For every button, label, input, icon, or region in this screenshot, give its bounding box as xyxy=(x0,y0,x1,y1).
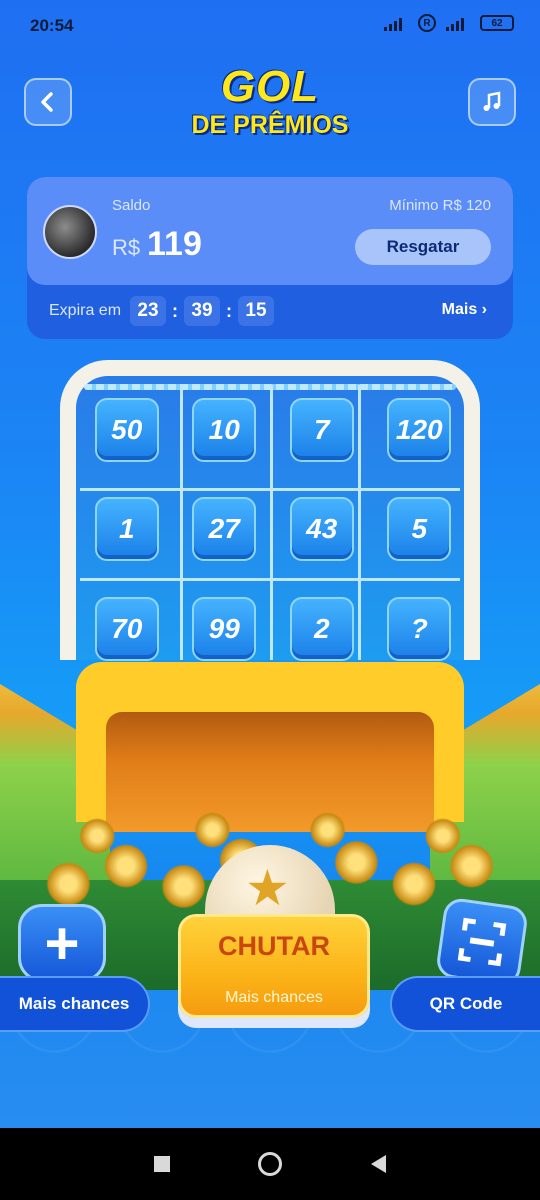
kick-button[interactable]: CHUTAR Mais chances xyxy=(178,914,370,1018)
minimum-label: Mínimo R$ 120 xyxy=(389,197,491,214)
music-button[interactable] xyxy=(468,78,516,126)
expiry-label: Expira em xyxy=(49,302,122,319)
chevron-left-icon xyxy=(41,92,53,112)
music-note-icon xyxy=(483,91,501,111)
signal-icon xyxy=(384,15,408,31)
system-nav-bar xyxy=(0,1128,540,1200)
status-time: 20:54 xyxy=(30,16,74,35)
prize-tile: 10 xyxy=(192,398,257,462)
title-line-1: GOL xyxy=(220,62,320,111)
recent-apps-icon[interactable] xyxy=(154,1156,171,1172)
prize-tile: ? xyxy=(387,596,452,661)
kick-label: CHUTAR xyxy=(218,931,330,961)
kick-sublabel: Mais chances xyxy=(225,989,323,1006)
plus-icon[interactable]: + xyxy=(18,904,106,982)
expiry-timer: 23 : 39 : 15 xyxy=(130,296,274,326)
back-button[interactable] xyxy=(24,78,72,126)
scan-icon xyxy=(457,917,507,967)
redeem-button[interactable]: Resgatar xyxy=(355,229,491,265)
prize-tile: 1 xyxy=(94,497,159,562)
battery-icon: 62 xyxy=(480,15,514,31)
timer-seconds: 15 xyxy=(238,296,274,326)
qr-scan-icon[interactable] xyxy=(434,896,530,988)
timer-hours: 23 xyxy=(130,296,166,326)
qr-code-button[interactable]: QR Code xyxy=(390,976,540,1032)
prize-grid: 50 10 7 120 1 27 43 5 70 99 2 ? xyxy=(92,398,454,668)
more-chances-button[interactable]: Mais chances xyxy=(0,976,150,1032)
timer-separator: : xyxy=(172,300,178,321)
registered-icon: R xyxy=(418,14,436,32)
timer-separator: : xyxy=(226,300,232,321)
prize-tile: 43 xyxy=(289,497,354,562)
game-title: GOL DE PRÊMIOS xyxy=(170,64,370,140)
prize-tile: 99 xyxy=(192,596,257,661)
signal-4g-icon xyxy=(446,15,470,31)
balance-label: Saldo xyxy=(112,197,151,214)
balance-card-top: Saldo R$ 119 Mínimo R$ 120 Resgatar xyxy=(27,177,513,285)
timer-minutes: 39 xyxy=(184,296,220,326)
prize-tile: 70 xyxy=(94,596,159,661)
balance-card: Saldo R$ 119 Mínimo R$ 120 Resgatar Expi… xyxy=(27,177,513,339)
more-link[interactable]: Mais › xyxy=(442,301,487,319)
balance-value: 119 xyxy=(147,225,202,263)
prize-tile: 50 xyxy=(94,398,159,462)
prize-tile: 120 xyxy=(387,398,452,462)
prize-tile: 27 xyxy=(192,497,257,562)
status-icons: R 62 xyxy=(384,14,514,32)
prize-tile: 5 xyxy=(387,497,452,562)
title-line-2: DE PRÊMIOS xyxy=(191,111,349,139)
prize-tile: 7 xyxy=(289,398,354,462)
status-bar: 20:54 R 62 xyxy=(0,0,540,52)
prize-tile: 2 xyxy=(289,596,354,661)
avatar xyxy=(43,205,97,259)
star-icon: ★ xyxy=(245,860,290,916)
balance-currency: R$ xyxy=(112,235,141,260)
home-icon[interactable] xyxy=(258,1152,283,1176)
back-triangle-icon[interactable] xyxy=(370,1155,386,1173)
